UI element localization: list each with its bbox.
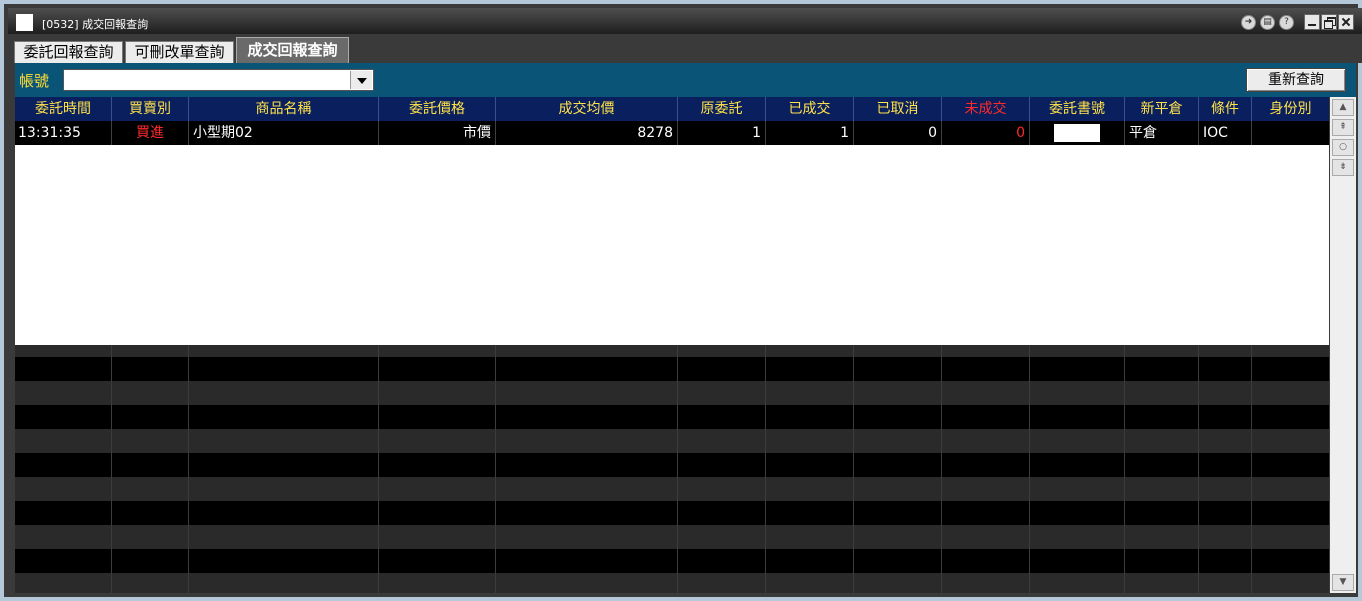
column-divider <box>378 345 379 593</box>
restore-button[interactable] <box>1321 14 1337 30</box>
app-icon <box>16 14 33 31</box>
minimize-button[interactable] <box>1304 14 1320 30</box>
grid-header: 委託時間 買賣別 商品名稱 委託價格 成交均價 原委託 已成交 已取消 未成交 … <box>15 97 1329 121</box>
cell-product: 小型期02 <box>189 121 379 145</box>
help-icon[interactable]: ? <box>1279 15 1294 30</box>
col-filled[interactable]: 已成交 <box>766 97 854 121</box>
scroll-page-down-icon[interactable]: ⇟ <box>1332 159 1354 176</box>
tab-modifiable-orders[interactable]: 可刪改單查詢 <box>125 41 234 63</box>
cell-order-time: 13:31:35 <box>15 121 112 145</box>
redacted-order-no <box>1054 124 1100 142</box>
account-select[interactable] <box>63 69 374 91</box>
col-order-no[interactable]: 委託書號 <box>1030 97 1125 121</box>
cell-avg-fill-price: 8278 <box>496 121 678 145</box>
cell-order-no <box>1030 121 1125 145</box>
scroll-down-icon[interactable]: ▼ <box>1332 574 1354 591</box>
title-bar[interactable]: [0532] 成交回報查詢 ➜ ▤ ? <box>8 8 1362 34</box>
account-label: 帳號 <box>19 72 50 90</box>
fill-report-grid: 委託時間 買賣別 商品名稱 委託價格 成交均價 原委託 已成交 已取消 未成交 … <box>15 97 1329 593</box>
column-divider <box>1251 345 1252 593</box>
scroll-up-icon[interactable]: ▲ <box>1332 99 1354 116</box>
app-window: [0532] 成交回報查詢 ➜ ▤ ? 委託回報查詢 可刪改單查詢 成交回報查詢… <box>0 0 1362 601</box>
cell-unfilled: 0 <box>942 121 1030 145</box>
cell-filled: 1 <box>766 121 854 145</box>
chevron-down-icon[interactable] <box>350 71 372 89</box>
grid-empty-rows <box>15 345 1329 593</box>
tab-strip: 委託回報查詢 可刪改單查詢 成交回報查詢 <box>8 34 1362 63</box>
col-open-close[interactable]: 新平倉 <box>1125 97 1199 121</box>
print-icon[interactable]: ▤ <box>1260 15 1275 30</box>
tab-fill-report[interactable]: 成交回報查詢 <box>236 37 349 63</box>
cell-side: 買進 <box>112 121 189 145</box>
col-identity[interactable]: 身份別 <box>1252 97 1329 121</box>
column-divider <box>677 345 678 593</box>
col-avg-fill-price[interactable]: 成交均價 <box>496 97 678 121</box>
column-divider <box>1198 345 1199 593</box>
cell-orig-qty: 1 <box>678 121 766 145</box>
col-order-price[interactable]: 委託價格 <box>379 97 496 121</box>
window-title: [0532] 成交回報查詢 <box>42 18 149 31</box>
column-divider <box>495 345 496 593</box>
col-cancelled[interactable]: 已取消 <box>854 97 942 121</box>
col-side[interactable]: 買賣別 <box>112 97 189 121</box>
col-condition[interactable]: 條件 <box>1199 97 1252 121</box>
scroll-page-up-icon[interactable]: ⇞ <box>1332 119 1354 136</box>
table-row[interactable]: 13:31:35 買進 小型期02 市價 8278 1 1 0 0 平倉 IOC <box>15 121 1329 145</box>
column-divider <box>765 345 766 593</box>
share-icon[interactable]: ➜ <box>1241 15 1256 30</box>
cell-cancelled: 0 <box>854 121 942 145</box>
column-divider <box>941 345 942 593</box>
query-bar: 帳號 重新查詢 <box>15 63 1356 97</box>
column-divider <box>1029 345 1030 593</box>
tab-order-report[interactable]: 委託回報查詢 <box>14 41 123 63</box>
vertical-scrollbar[interactable]: ▲ ⇞ ○ ⇟ ▼ <box>1330 97 1356 593</box>
col-orig-qty[interactable]: 原委託 <box>678 97 766 121</box>
col-order-time[interactable]: 委託時間 <box>15 97 112 121</box>
column-divider <box>188 345 189 593</box>
cell-order-price: 市價 <box>379 121 496 145</box>
column-divider <box>853 345 854 593</box>
scroll-home-icon[interactable]: ○ <box>1332 139 1354 156</box>
cell-open-close: 平倉 <box>1125 121 1199 145</box>
cell-identity <box>1252 121 1329 145</box>
column-divider <box>111 345 112 593</box>
col-unfilled[interactable]: 未成交 <box>942 97 1030 121</box>
cell-condition: IOC <box>1199 121 1252 145</box>
col-product[interactable]: 商品名稱 <box>189 97 379 121</box>
column-divider <box>1124 345 1125 593</box>
grid-empty-area <box>15 145 1329 345</box>
requery-button[interactable]: 重新查詢 <box>1246 68 1346 92</box>
close-button[interactable] <box>1338 14 1354 30</box>
